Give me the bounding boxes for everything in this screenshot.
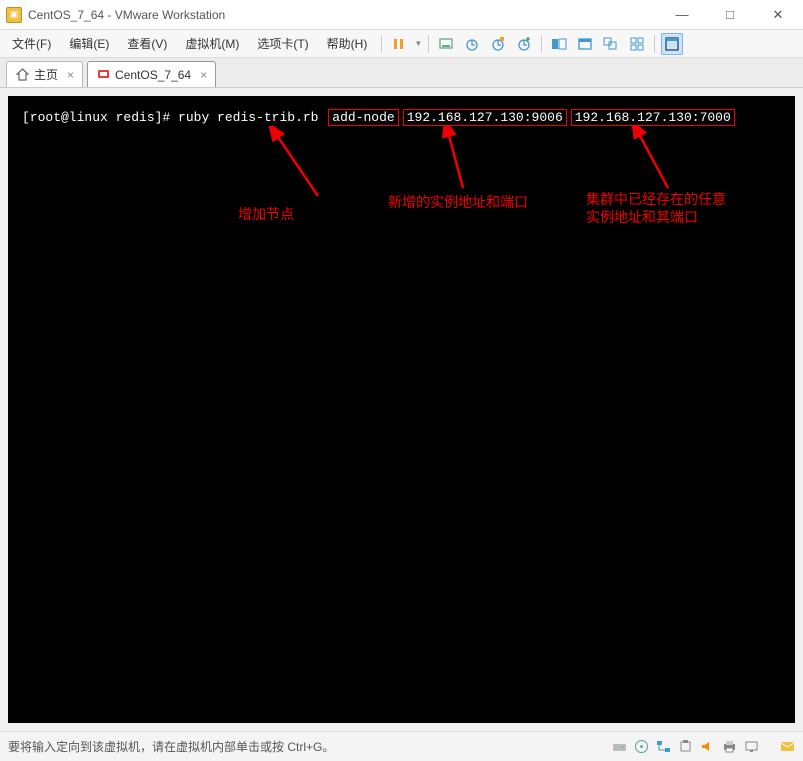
tab-home-label: 主页: [34, 66, 58, 83]
toolbar-separator: [428, 35, 429, 53]
annotation-new-instance: 新增的实例地址和端口: [388, 192, 528, 212]
minimize-button[interactable]: —: [667, 7, 697, 23]
vm-icon: [96, 68, 110, 82]
menu-view[interactable]: 查看(V): [119, 32, 175, 55]
menu-vm[interactable]: 虚拟机(M): [177, 32, 247, 55]
window-title: CentOS_7_64 - VMware Workstation: [28, 8, 667, 22]
fit-guest-icon[interactable]: [548, 33, 570, 55]
window-controls: — □ ✕: [667, 7, 793, 23]
terminal-view[interactable]: [root@linux redis]# ruby redis-trib.rb a…: [8, 96, 795, 723]
toolbar-separator: [381, 35, 382, 53]
tab-vm[interactable]: CentOS_7_64 ×: [87, 61, 216, 87]
tab-home[interactable]: 主页 ×: [6, 61, 83, 87]
arrow-icon: [628, 126, 688, 196]
tab-close-icon[interactable]: ×: [200, 68, 207, 82]
menu-help[interactable]: 帮助(H): [319, 32, 376, 55]
cd-icon[interactable]: [633, 739, 649, 755]
printer-icon[interactable]: [721, 739, 737, 755]
snapshot-manage-icon[interactable]: [487, 33, 509, 55]
app-icon: ▣: [6, 7, 22, 23]
thumbnail-icon[interactable]: [626, 33, 648, 55]
tabs-bar: 主页 × CentOS_7_64 ×: [0, 58, 803, 88]
annotation-add-node: 增加节点: [238, 204, 294, 224]
tab-vm-label: CentOS_7_64: [115, 68, 191, 82]
display-icon[interactable]: [743, 739, 759, 755]
home-icon: [15, 68, 29, 82]
menu-file[interactable]: 文件(F): [4, 32, 59, 55]
snapshot-icon[interactable]: [461, 33, 483, 55]
sound-icon[interactable]: [699, 739, 715, 755]
close-button[interactable]: ✕: [763, 7, 793, 23]
toolbar-playback: ▼: [388, 33, 422, 55]
toolbar-separator: [541, 35, 542, 53]
pause-icon[interactable]: [388, 33, 410, 55]
console-view-icon[interactable]: [574, 33, 596, 55]
status-text: 要将输入定向到该虚拟机，请在虚拟机内部单击或按 Ctrl+G。: [8, 738, 611, 755]
tab-close-icon[interactable]: ×: [67, 68, 74, 82]
annotation-existing-instance: 集群中已经存在的任意 实例地址和其端口: [586, 190, 726, 226]
device-tray: [611, 739, 795, 755]
cmd-text: ruby redis-trib.rb: [178, 110, 318, 125]
maximize-button[interactable]: □: [715, 7, 745, 23]
dropdown-caret-icon[interactable]: ▼: [414, 39, 422, 48]
fullscreen-icon[interactable]: [661, 33, 683, 55]
terminal-line: [root@linux redis]# ruby redis-trib.rb a…: [22, 110, 787, 125]
snapshot-revert-icon[interactable]: [513, 33, 535, 55]
cmd-add-node: add-node: [328, 109, 398, 126]
menu-bar: 文件(F) 编辑(E) 查看(V) 虚拟机(M) 选项卡(T) 帮助(H) ▼: [0, 30, 803, 58]
message-icon[interactable]: [779, 739, 795, 755]
arrow-icon: [438, 126, 478, 196]
send-ctrl-alt-del-icon[interactable]: [435, 33, 457, 55]
toolbar-view: [548, 33, 648, 55]
arrow-icon: [268, 126, 328, 206]
network-icon[interactable]: [655, 739, 671, 755]
window-titlebar: ▣ CentOS_7_64 - VMware Workstation — □ ✕: [0, 0, 803, 30]
cmd-new-instance: 192.168.127.130:9006: [403, 109, 567, 126]
menu-tabs[interactable]: 选项卡(T): [249, 32, 316, 55]
annotation-line: 实例地址和其端口: [586, 208, 726, 226]
unity-icon[interactable]: [600, 33, 622, 55]
shell-prompt: [root@linux redis]#: [22, 110, 170, 125]
cmd-existing-instance: 192.168.127.130:7000: [571, 109, 735, 126]
menu-edit[interactable]: 编辑(E): [61, 32, 117, 55]
toolbar-tools: [435, 33, 535, 55]
toolbar-separator: [654, 35, 655, 53]
annotation-line: 集群中已经存在的任意: [586, 190, 726, 208]
usb-icon[interactable]: [677, 739, 693, 755]
status-bar: 要将输入定向到该虚拟机，请在虚拟机内部单击或按 Ctrl+G。: [0, 731, 803, 761]
disk-icon[interactable]: [611, 739, 627, 755]
